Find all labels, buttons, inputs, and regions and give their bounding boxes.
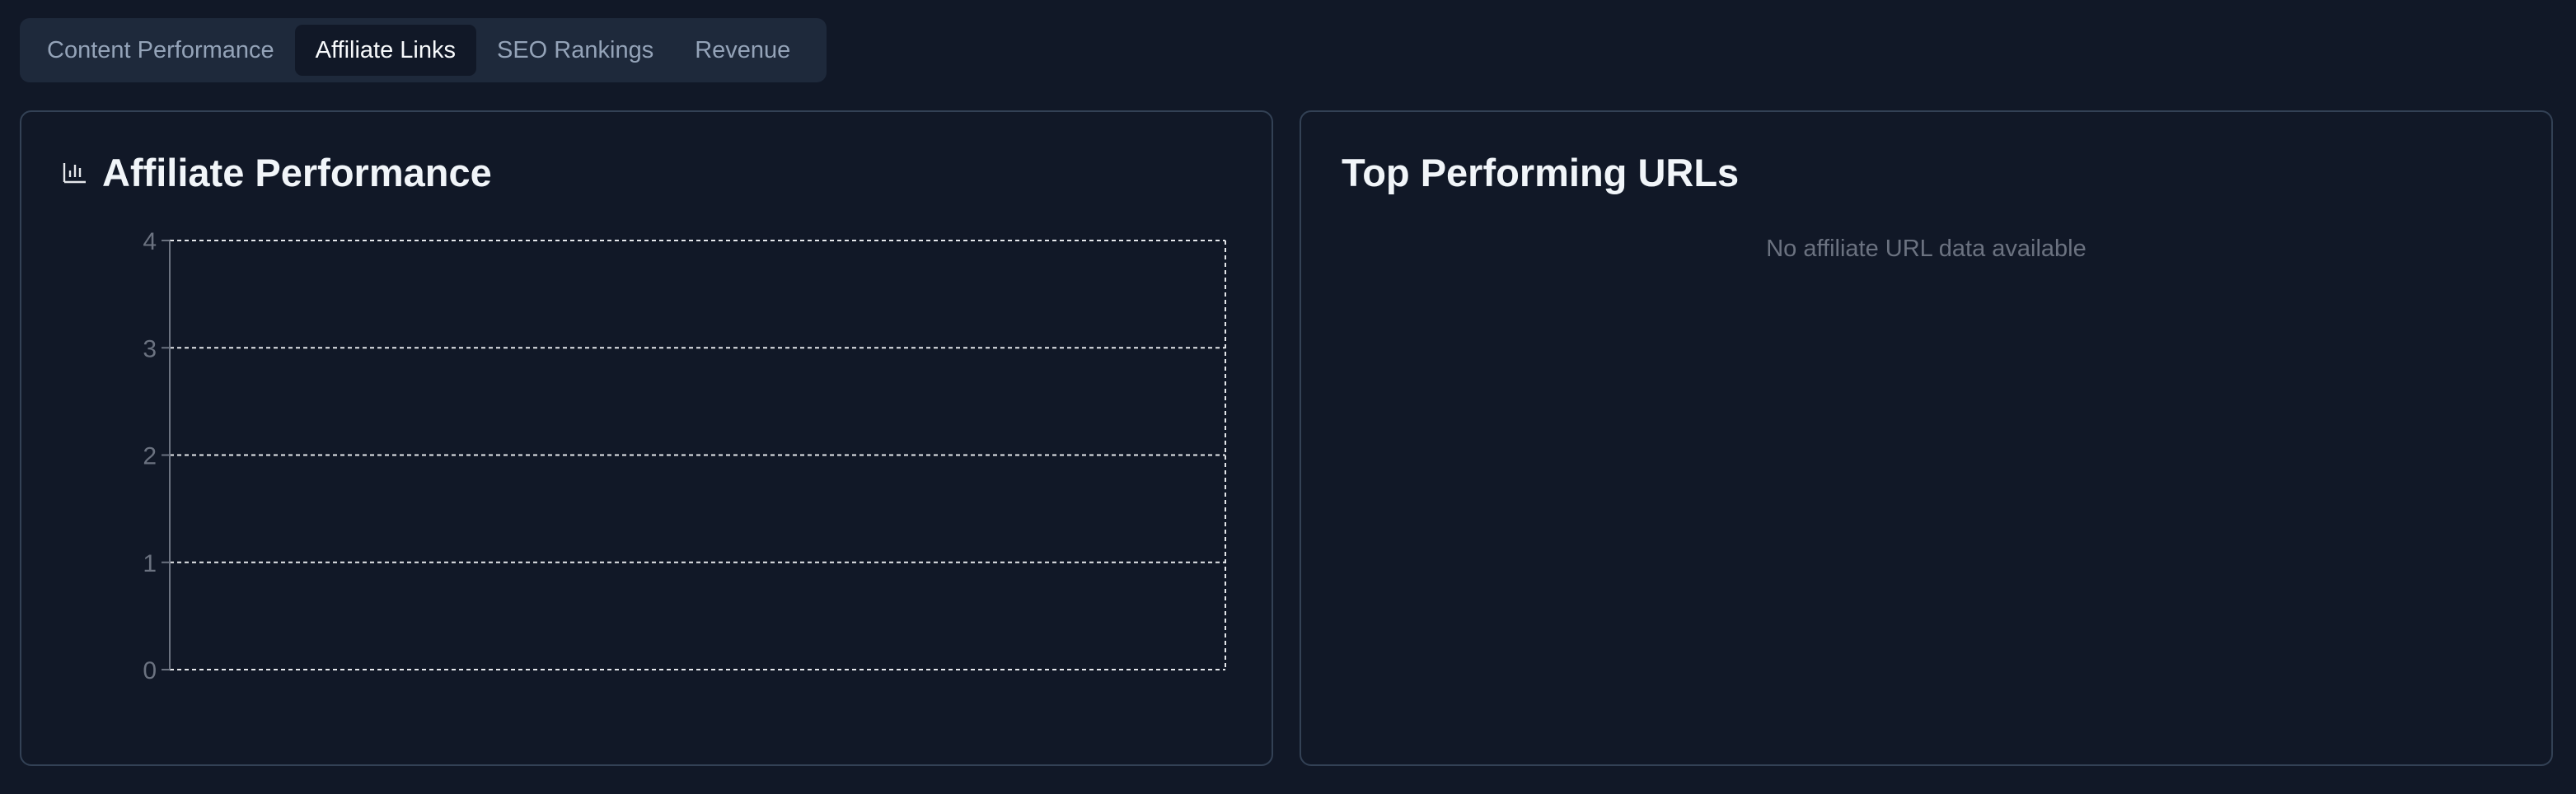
y-tick-label: 3 [143,335,157,362]
tab-content-performance[interactable]: Content Performance [26,25,295,76]
tab-revenue[interactable]: Revenue [674,25,811,76]
affiliate-performance-chart: 0 1 2 3 4 [143,228,1226,684]
top-urls-card: Top Performing URLs No affiliate URL dat… [1300,110,2553,766]
empty-state-message: No affiliate URL data available [1766,236,2087,262]
tab-affiliate-links[interactable]: Affiliate Links [294,25,476,76]
card-title: Top Performing URLs [1342,151,1740,194]
y-tick-label: 1 [143,550,157,577]
affiliate-performance-card: Affiliate Performance 01234 [20,110,1273,766]
tab-seo-rankings[interactable]: SEO Rankings [476,25,674,76]
y-tick-label: 4 [143,228,157,255]
y-tick-label: 0 [143,657,157,684]
tab-bar: Content Performance Affiliate Links SEO … [20,18,827,82]
y-tick-label: 2 [143,443,157,470]
